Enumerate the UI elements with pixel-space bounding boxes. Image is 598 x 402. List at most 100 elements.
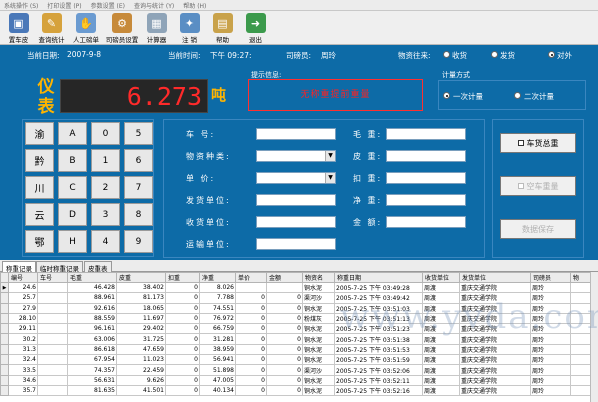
plate-input[interactable] (256, 128, 336, 140)
radio-external[interactable] (548, 51, 555, 58)
tab-temp-records[interactable]: 临时称重记录 (36, 261, 83, 273)
keypad-key[interactable]: 9 (124, 230, 153, 253)
tare-weight-input[interactable] (386, 150, 466, 162)
column-header[interactable]: 净重 (199, 272, 236, 283)
column-header[interactable]: 司磅员 (530, 272, 571, 283)
keypad-key[interactable]: C (58, 176, 87, 199)
records-table: 编号 车号 毛重 皮重 扣重 净重 单价 金额 物资名 称重日期 收货单位 发货单位 司磅员物 ▶ 24.… (0, 272, 598, 402)
toolbar-button-2[interactable]: ✋ 人工磅单 (68, 11, 104, 45)
vertical-scrollbar[interactable] (590, 272, 598, 402)
column-header[interactable]: 毛重 (67, 272, 117, 283)
keypad-key[interactable]: 8 (124, 203, 153, 226)
menu-item-3[interactable]: 查询与统计 (Y) (134, 1, 174, 10)
chevron-down-icon[interactable]: ▼ (325, 173, 335, 183)
menu-item-1[interactable]: 打印设置 (P) (47, 1, 81, 10)
tab-weigh-records[interactable]: 称重记录 (2, 261, 36, 273)
table-cell: 0 (266, 312, 303, 325)
receiver-input[interactable] (256, 216, 336, 228)
table-header-row: 编号 车号 毛重 皮重 扣重 净重 单价 金额 物资名 称重日期 收货单位 发货单位 司磅员物 (0, 272, 591, 283)
menu-item-2[interactable]: 参数设置 (E) (91, 1, 125, 10)
price-select[interactable]: ▼ (256, 172, 336, 184)
column-header[interactable]: 编号 (8, 272, 38, 283)
save-data-button[interactable]: 数据保存 (500, 219, 576, 239)
keypad-key[interactable]: H (58, 230, 87, 253)
table-cell: 38.402 (116, 281, 166, 294)
date-value: 2007-9-8 (67, 50, 102, 59)
empty-weight-button[interactable]: 空车重量 (500, 176, 576, 196)
keypad-key[interactable]: A (58, 122, 87, 145)
keypad-key[interactable]: B (58, 149, 87, 172)
sender-input[interactable] (256, 194, 336, 206)
table-row[interactable]: 34.6 56.631 9.626 0 47.005 0 0 铜水泥 2005-7-25 下午 … (0, 374, 591, 386)
transport-input[interactable] (256, 238, 336, 250)
column-header[interactable]: 物资名 (302, 272, 335, 283)
table-cell: 81.173 (116, 292, 166, 304)
table-cell: 0 (165, 323, 200, 335)
manual-ticket-icon: ✋ (76, 13, 96, 33)
goods-flow-label: 物资往来: (398, 51, 431, 60)
table-cell: 35.7 (8, 384, 38, 397)
keypad-key[interactable]: 2 (91, 176, 120, 199)
menu-bar: 系统操作 (S) 打印设置 (P) 参数设置 (E) 查询与统计 (Y) 帮助 (H) (0, 0, 598, 11)
table-cell: 34.6 (8, 374, 38, 386)
toolbar-button-7[interactable]: ➜ 退出 (239, 11, 272, 45)
column-header[interactable]: 发货单位 (459, 272, 531, 283)
table-cell: 铜水泥 (302, 302, 335, 314)
table-cell: 重庆交通学院 (459, 354, 531, 366)
toolbar-button-6[interactable]: ▤ 帮助 (206, 11, 239, 45)
menu-item-4[interactable]: 帮助 (H) (183, 1, 206, 10)
column-header[interactable]: 物 (570, 272, 591, 283)
radio-single-meter[interactable] (443, 92, 450, 99)
menu-item-0[interactable]: 系统操作 (S) (4, 1, 38, 10)
keypad-key[interactable]: 1 (91, 149, 120, 172)
radio-receive[interactable] (443, 51, 450, 58)
amount-input[interactable] (386, 216, 466, 228)
row-indicator-header (0, 272, 9, 283)
toolbar-button-4[interactable]: ▦ 计算器 (140, 11, 173, 45)
tab-tare-table[interactable]: 皮重表 (84, 261, 112, 273)
table-row[interactable]: 35.7 81.635 41.501 0 40.134 0 0 铜水泥 2005-7-25 下午… (0, 384, 591, 397)
goods-type-select[interactable]: ▼ (256, 150, 336, 162)
toolbar-button-0[interactable]: ▣ 置车皮 (2, 11, 35, 45)
radio-double-meter[interactable] (514, 92, 521, 99)
column-header[interactable]: 金额 (266, 272, 303, 283)
checkbox-icon (517, 183, 524, 189)
table-cell: 31.725 (116, 333, 166, 345)
gross-weight-button[interactable]: 车货总重 (500, 133, 576, 153)
column-header[interactable]: 称重日期 (334, 272, 423, 283)
keypad-key[interactable]: 3 (91, 203, 120, 226)
keypad-key[interactable]: 0 (91, 122, 120, 145)
column-header[interactable]: 单价 (235, 272, 267, 283)
table-cell: 88.961 (67, 292, 117, 304)
keypad-key[interactable]: 鄂 (25, 230, 54, 253)
column-header[interactable]: 收货单位 (422, 272, 460, 283)
keypad-key[interactable]: 黔 (25, 149, 54, 172)
table-row[interactable]: ▶ 24.6 46.428 38.402 0 8.026 铜水泥 2005-7-25 下午 0… (0, 281, 591, 294)
chevron-down-icon[interactable]: ▼ (325, 151, 335, 161)
deduct-weight-input[interactable] (386, 172, 466, 184)
column-header[interactable]: 皮重 (116, 272, 166, 283)
keypad-key[interactable]: 川 (25, 176, 54, 199)
table-row[interactable]: 32.4 67.954 11.023 0 56.941 0 0 铜水泥 2005-7-25 下午… (0, 354, 591, 366)
keypad-key[interactable]: 7 (124, 176, 153, 199)
column-header[interactable]: 车号 (37, 272, 68, 283)
keypad-key[interactable]: 云 (25, 203, 54, 226)
toolbar-button-1[interactable]: ✎ 查询统计 (35, 11, 68, 45)
toolbar-button-3[interactable]: ⚙ 司磅员设置 (104, 11, 140, 45)
keypad-key[interactable]: 渝 (25, 122, 54, 145)
column-header[interactable]: 扣重 (165, 272, 200, 283)
toolbar-button-5[interactable]: ✦ 注 销 (173, 11, 206, 45)
radio-send[interactable] (491, 51, 498, 58)
keypad-key[interactable]: 4 (91, 230, 120, 253)
date-label: 当前日期: (27, 51, 60, 60)
table-cell: 铜水泥 (302, 354, 335, 366)
net-weight-input[interactable] (386, 194, 466, 206)
table-cell: 渠河沙 (302, 364, 335, 376)
keypad-key[interactable]: 5 (124, 122, 153, 145)
toolbar-button-label: 司磅员设置 (105, 36, 139, 44)
table-row[interactable]: 33.5 74.357 22.459 0 51.898 0 0 渠河沙 2005-7-25 下午… (0, 364, 591, 376)
gross-weight-input[interactable] (386, 128, 466, 140)
keypad-key[interactable]: 6 (124, 149, 153, 172)
keypad-key[interactable]: D (58, 203, 87, 226)
table-row[interactable]: 31.3 86.618 47.659 0 38.959 0 0 铜水泥 2005-7-25 下午… (0, 343, 591, 356)
